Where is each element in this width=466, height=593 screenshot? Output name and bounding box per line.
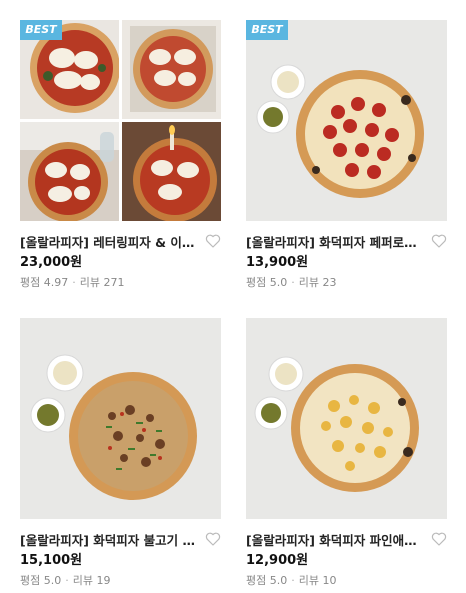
bulgogi-pizza-photo: [20, 318, 221, 519]
review-count: 23: [322, 276, 337, 289]
heart-outline-icon[interactable]: [205, 233, 221, 249]
product-price: 23,000원: [20, 255, 83, 270]
rating-label: 평점: [246, 276, 267, 289]
product-price: 13,900원: [246, 255, 309, 270]
product-title[interactable]: [올랄라피자] 화덕피자 불고기 프리...: [20, 530, 202, 549]
product-card-pepperoni-pizza[interactable]: BEST [올랄라피자] 화덕피자 페퍼로니 프... 13,900원 평점 5…: [246, 20, 447, 291]
product-card-bulgogi-pizza[interactable]: [올랄라피자] 화덕피자 불고기 프리... 15,100원 평점 5.0 · 리뷰…: [20, 318, 221, 589]
product-title[interactable]: [올랄라피자] 레터링피자 & 이벤트...: [20, 232, 202, 251]
rating-value: 5.0: [43, 574, 62, 587]
lettering-pizza-collage: [20, 20, 221, 221]
rating-value: 5.0: [269, 574, 288, 587]
review-label: 리뷰: [72, 574, 93, 587]
product-card-pineapple-pizza[interactable]: [올랄라피자] 화덕피자 파인애플 고... 12,900원 평점 5.0 · 리뷰…: [246, 318, 447, 589]
review-label: 리뷰: [79, 276, 100, 289]
heart-outline-icon[interactable]: [431, 233, 447, 249]
product-title[interactable]: [올랄라피자] 화덕피자 페퍼로니 프...: [246, 232, 428, 251]
product-image[interactable]: [246, 318, 447, 519]
heart-outline-icon[interactable]: [431, 531, 447, 547]
rating-label: 평점: [246, 574, 267, 587]
rating-value: 5.0: [269, 276, 288, 289]
product-title[interactable]: [올랄라피자] 화덕피자 파인애플 고...: [246, 530, 428, 549]
rating-value: 4.97: [43, 276, 69, 289]
product-price: 15,100원: [20, 553, 83, 568]
product-price: 12,900원: [246, 553, 309, 568]
product-card-lettering-pizza[interactable]: BEST [올랄라피자] 레터링피자 & 이벤트... 23,000원 평점 4…: [20, 20, 221, 291]
rating-label: 평점: [20, 276, 41, 289]
product-image[interactable]: BEST: [246, 20, 447, 221]
review-label: 리뷰: [298, 574, 319, 587]
product-rating-review: 평점 5.0 · 리뷰 10: [246, 573, 447, 589]
best-badge: BEST: [20, 20, 62, 40]
separator-dot: ·: [291, 574, 295, 587]
product-image[interactable]: BEST: [20, 20, 221, 221]
review-count: 271: [103, 276, 125, 289]
separator-dot: ·: [291, 276, 295, 289]
best-badge: BEST: [246, 20, 288, 40]
heart-outline-icon[interactable]: [205, 531, 221, 547]
product-rating-review: 평점 5.0 · 리뷰 19: [20, 573, 221, 589]
separator-dot: ·: [72, 276, 76, 289]
review-count: 19: [96, 574, 111, 587]
review-label: 리뷰: [298, 276, 319, 289]
product-rating-review: 평점 5.0 · 리뷰 23: [246, 275, 447, 291]
review-count: 10: [322, 574, 337, 587]
pepperoni-pizza-photo: [246, 20, 447, 221]
product-rating-review: 평점 4.97 · 리뷰 271: [20, 275, 221, 291]
rating-label: 평점: [20, 574, 41, 587]
product-image[interactable]: [20, 318, 221, 519]
separator-dot: ·: [65, 574, 69, 587]
pineapple-pizza-photo: [246, 318, 447, 519]
